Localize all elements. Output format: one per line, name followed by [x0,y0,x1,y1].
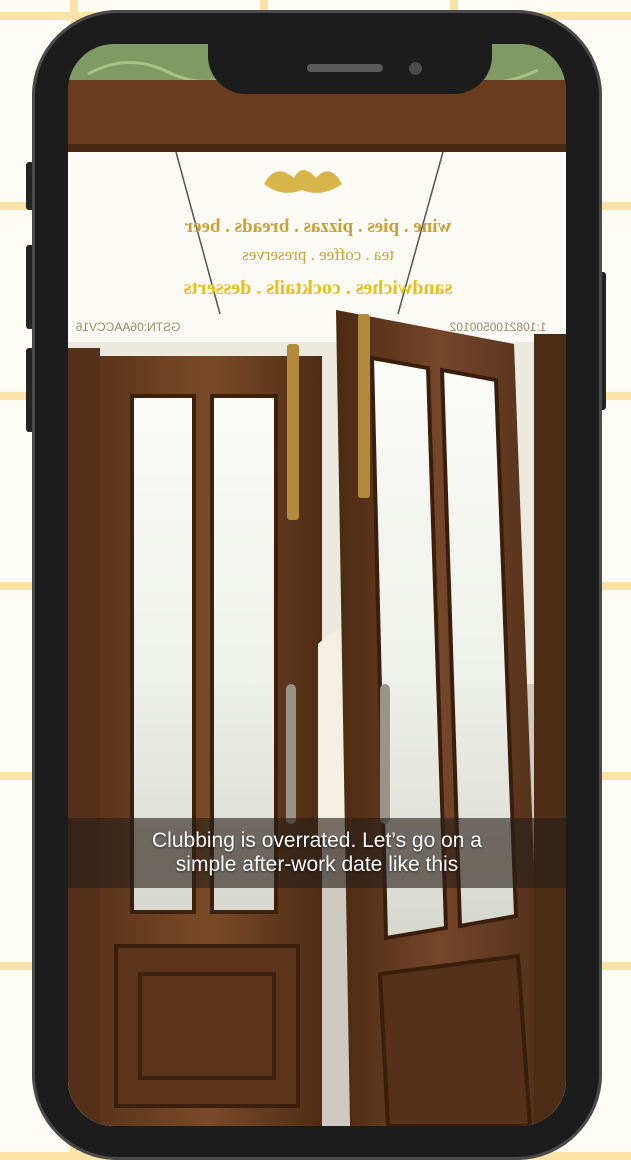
left-door-handle [286,684,296,824]
notch [208,20,492,94]
sign-line-1: wine . pies . pizzas . breads . beer [184,216,451,237]
earpiece-speaker [307,64,383,72]
left-door-frame-edge [68,348,100,1126]
left-door-closer [287,344,299,520]
caption-overlay: Clubbing is overrated. Let’s go on a sim… [68,818,566,888]
right-door-handle [380,684,390,824]
sign-line-3: sandwiches . cocktails . desserts [183,277,452,299]
video-frame: wine . pies . pizzas . breads . beer tea… [68,44,566,1126]
front-camera [409,62,422,75]
right-door-frame-edge [534,334,566,1126]
sign-ornament [264,170,342,193]
sign-line-2: tea . coffee . preserves [242,245,394,264]
sign-phone: 1:1082100500102 [449,320,546,334]
right-door-closer [358,314,370,498]
left-door-panel [114,944,300,1108]
top-beam-edge [68,144,566,152]
video-screen[interactable]: wine . pies . pizzas . breads . beer tea… [68,44,566,1126]
caption-text: Clubbing is overrated. Let’s go on a sim… [152,829,482,876]
sign-gstin: GSTN:06AACCV16 [75,320,180,334]
right-door-panel [377,953,533,1126]
